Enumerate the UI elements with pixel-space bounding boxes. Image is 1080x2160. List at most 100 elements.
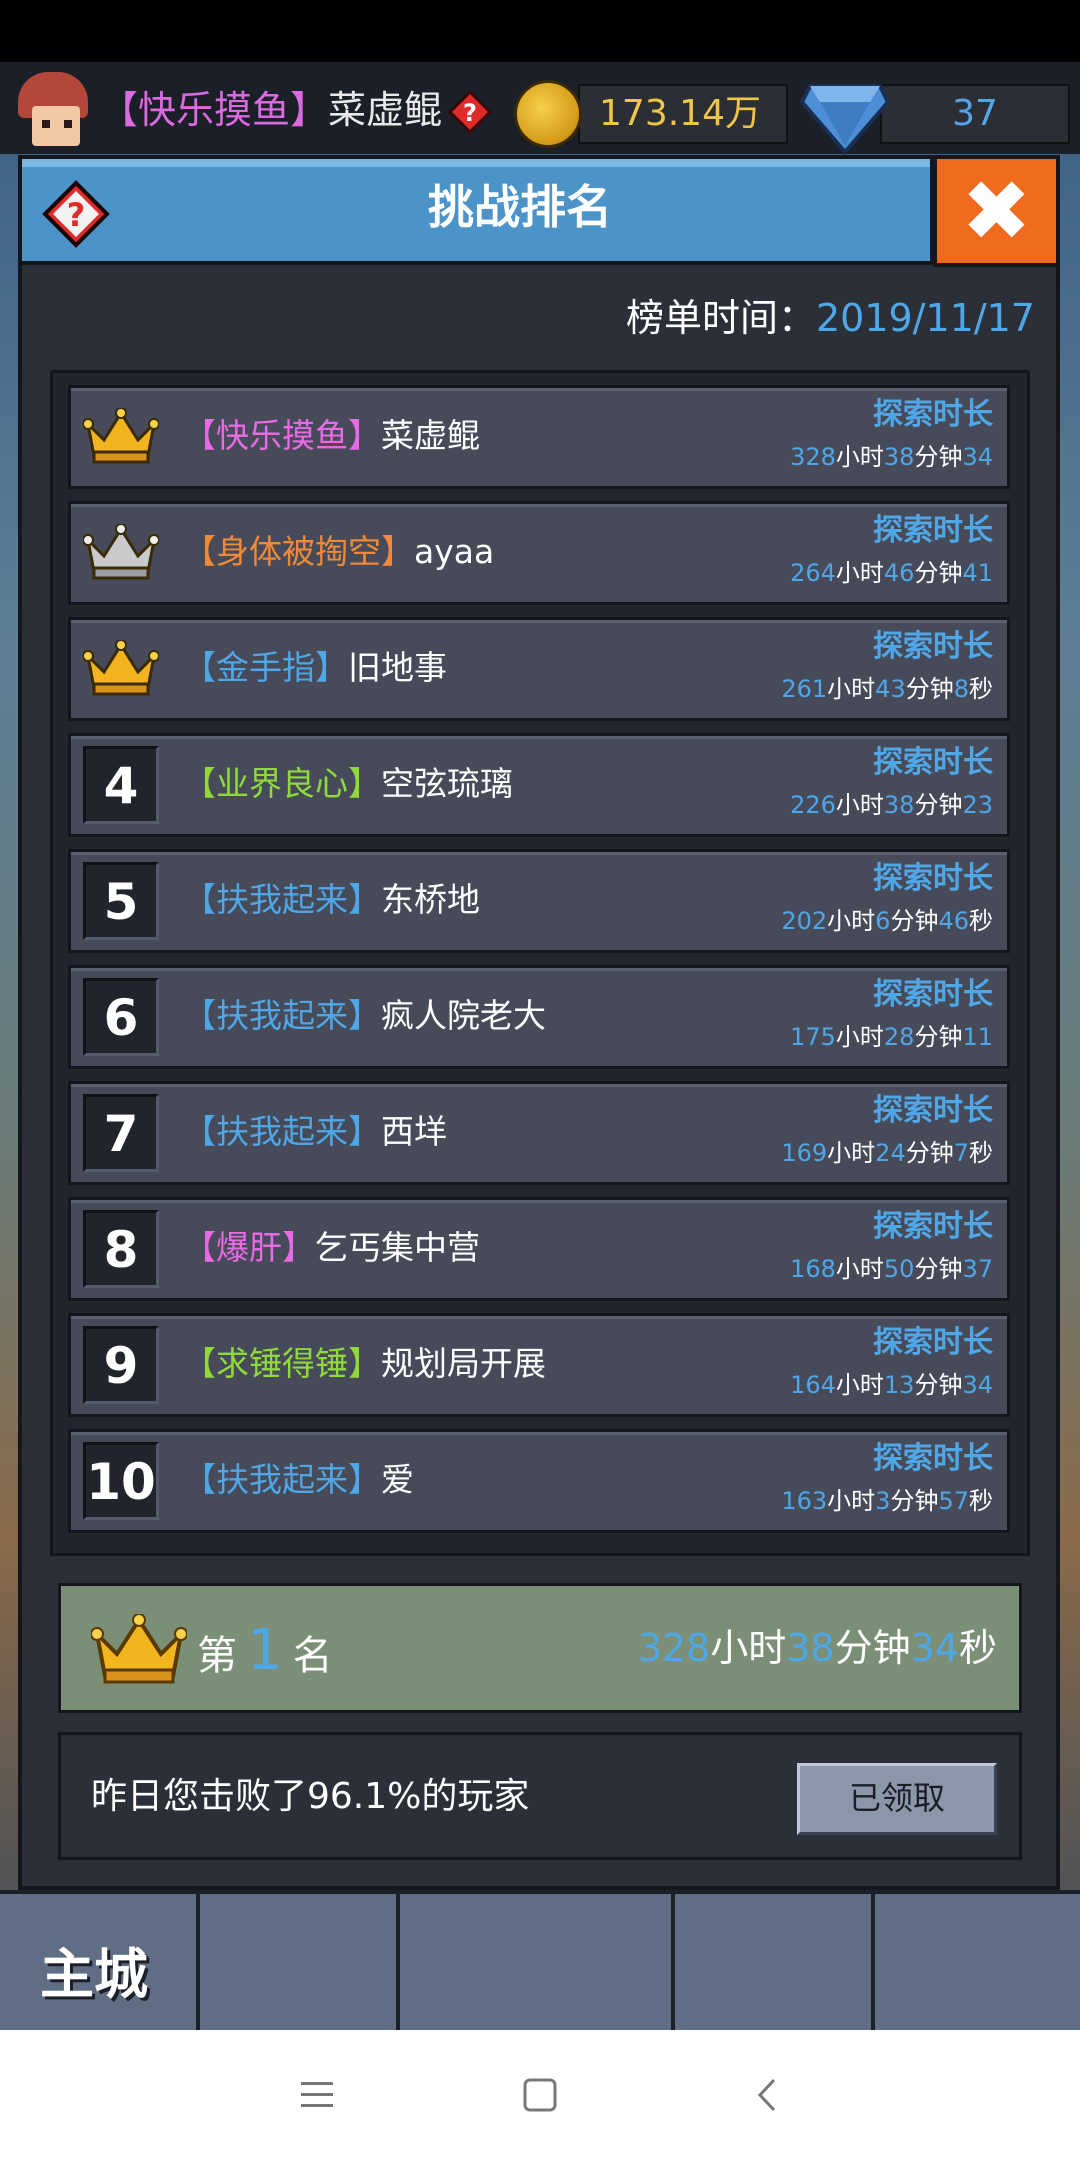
minutes: 6 (875, 907, 891, 935)
entry-name: ayaa (414, 532, 495, 571)
explore-time: 164小时13分钟34 (790, 1366, 993, 1404)
status-strip (0, 0, 1080, 62)
minutes: 3 (875, 1487, 891, 1515)
minute-unit: 分钟 (890, 1487, 939, 1515)
entry-name: 空弦琉璃 (381, 764, 513, 803)
player-name: 【快乐摸鱼】菜虚鲲 (100, 84, 442, 136)
explore-time: 175小时28分钟11 (790, 1018, 993, 1056)
ranking-row[interactable]: 4 【业界良心】空弦琉璃 探索时长 226小时38分钟23 (68, 733, 1010, 837)
ranking-row[interactable]: 9 【求锤得锤】规划局开展 探索时长 164小时13分钟34 (68, 1313, 1010, 1417)
player-avatar[interactable] (12, 68, 94, 150)
gold-crown-icon (82, 639, 160, 698)
defeat-text: 昨日您击败了96.1%的玩家 (91, 1776, 530, 1817)
hour-unit: 小时 (827, 675, 876, 703)
row-highlight (71, 736, 1007, 739)
hours: 169 (781, 1139, 828, 1167)
explore-time: 169小时24分钟7秒 (781, 1134, 993, 1172)
ranking-row[interactable]: 5 【扶我起来】东桥地 探索时长 202小时6分钟46秒 (68, 849, 1010, 953)
explore-label: 探索时长 (873, 629, 993, 664)
explore-time: 261小时43分钟8秒 (781, 670, 993, 708)
rank-number: 4 (83, 746, 159, 824)
board-time-label: 榜单时间： (625, 296, 816, 340)
nav-item-4[interactable] (675, 1894, 875, 2030)
minutes: 46 (883, 559, 915, 587)
menu-button[interactable] (282, 2060, 352, 2130)
entry-guild: 【爆肝】 (183, 1228, 315, 1267)
minute-unit: 分钟 (905, 1139, 954, 1167)
hours: 226 (790, 791, 836, 819)
entry-guild: 【扶我起来】 (183, 1460, 381, 1499)
rank-number: 9 (83, 1326, 159, 1404)
player-entry: 【扶我起来】疯人院老大 (183, 990, 546, 1042)
nav-item-2[interactable] (200, 1894, 400, 2030)
entry-name: 东桥地 (381, 880, 480, 919)
close-icon: ✖ (961, 162, 1032, 260)
dialog-title: 挑战排名 (428, 180, 612, 234)
entry-guild: 【身体被掏空】 (183, 532, 414, 571)
nav-item-5[interactable] (875, 1894, 1080, 2030)
seconds: 57 (938, 1487, 969, 1515)
minute-unit: 分钟 (914, 1371, 963, 1399)
entry-name: 爱 (381, 1460, 414, 1499)
home-icon (523, 2078, 557, 2112)
hour-unit: 小时 (835, 559, 884, 587)
player-entry: 【快乐摸鱼】菜虚鲲 (183, 410, 480, 462)
gold-crown-icon (90, 1613, 188, 1686)
explore-time: 168小时50分钟37 (790, 1250, 993, 1288)
close-button[interactable]: ✖ (933, 155, 1060, 267)
ranking-row[interactable]: 7 【扶我起来】西垟 探索时长 169小时24分钟7秒 (68, 1081, 1010, 1185)
claimed-button[interactable]: 已领取 (797, 1763, 997, 1835)
seconds: 8 (953, 675, 969, 703)
minutes: 38 (883, 791, 915, 819)
my-rank-number: 1 (247, 1618, 283, 1683)
explore-time: 264小时46分钟41 (790, 554, 993, 592)
entry-guild: 【金手指】 (183, 648, 348, 687)
hours: 261 (781, 675, 828, 703)
entry-guild: 【求锤得锤】 (183, 1344, 381, 1383)
hours: 175 (790, 1023, 836, 1051)
player-entry: 【扶我起来】西垟 (183, 1106, 447, 1158)
player-info-icon[interactable]: ? (447, 89, 493, 135)
ranking-row[interactable]: 10 【扶我起来】爱 探索时长 163小时3分钟57秒 (68, 1429, 1010, 1533)
nav-item-3[interactable] (400, 1894, 675, 2030)
hours: 163 (781, 1487, 828, 1515)
hour-unit: 小时 (710, 1626, 787, 1670)
my-rank-prefix: 第 (197, 1633, 237, 1679)
hour-unit: 小时 (835, 443, 884, 471)
minute-unit: 分钟 (905, 675, 954, 703)
seconds: 46 (938, 907, 969, 935)
ranking-row[interactable]: 【快乐摸鱼】菜虚鲲 探索时长 328小时38分钟34 (68, 385, 1010, 489)
ranking-row[interactable]: 8 【爆肝】乞丐集中营 探索时长 168小时50分钟37 (68, 1197, 1010, 1301)
entry-name: 规划局开展 (381, 1344, 546, 1383)
row-highlight (71, 852, 1007, 855)
entry-name: 旧地事 (348, 648, 447, 687)
entry-guild: 【扶我起来】 (183, 880, 381, 919)
defeat-panel: 昨日您击败了96.1%的玩家 已领取 (58, 1732, 1022, 1860)
ranking-row[interactable]: 6 【扶我起来】疯人院老大 探索时长 175小时28分钟11 (68, 965, 1010, 1069)
help-icon[interactable]: ? (42, 180, 110, 248)
coin-value: 173.14万 (599, 93, 761, 134)
explore-time: 226小时38分钟23 (790, 786, 993, 824)
back-button[interactable] (733, 2060, 803, 2130)
my-seconds: 34 (910, 1626, 959, 1670)
explore-label: 探索时长 (873, 1441, 993, 1476)
ranking-row[interactable]: 【金手指】旧地事 探索时长 261小时43分钟8秒 (68, 617, 1010, 721)
home-button[interactable] (505, 2060, 575, 2130)
entry-name: 乞丐集中营 (315, 1228, 480, 1267)
ranking-row[interactable]: 【身体被掏空】ayaa 探索时长 264小时46分钟41 (68, 501, 1010, 605)
minutes: 50 (883, 1255, 915, 1283)
player-entry: 【求锤得锤】规划局开展 (183, 1338, 546, 1390)
explore-label: 探索时长 (873, 1093, 993, 1128)
diamond-icon (799, 76, 891, 156)
dialog-header-highlight (22, 159, 930, 167)
minutes: 38 (883, 443, 915, 471)
my-rank-text: 第1名 (197, 1616, 333, 1691)
row-highlight (71, 1316, 1007, 1319)
board-time-value: 2019/11/17 (815, 296, 1035, 340)
second-unit: 秒 (969, 1139, 993, 1167)
row-highlight (71, 504, 1007, 507)
seconds: 37 (962, 1255, 993, 1283)
explore-label: 探索时长 (873, 745, 993, 780)
my-rank-suffix: 名 (292, 1633, 333, 1679)
gold-crown-icon (82, 407, 160, 466)
